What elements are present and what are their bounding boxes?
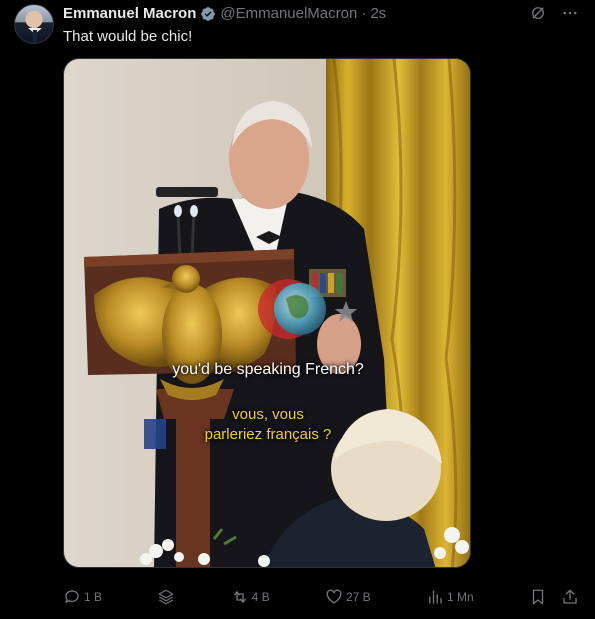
- tweet-timestamp[interactable]: 2s: [370, 5, 386, 23]
- tweet-text: That would be chic!: [63, 28, 193, 45]
- reply-button[interactable]: 1 B: [63, 588, 102, 606]
- subtitle-french: vous, vous parleriez français ?: [64, 405, 470, 445]
- avatar-tie: [33, 30, 37, 43]
- tweet-header: Emmanuel Macron @EmmanuelMacron · 2s: [63, 5, 386, 23]
- bookmark-button[interactable]: [529, 588, 547, 606]
- video-frame: [64, 59, 470, 567]
- top-actions: [529, 4, 579, 22]
- subtitle-french-line-2: parleriez français ?: [204, 426, 332, 443]
- author-name[interactable]: Emmanuel Macron: [63, 5, 196, 23]
- more-icon[interactable]: [561, 4, 579, 22]
- verified-badge-icon: [200, 6, 216, 22]
- author-handle[interactable]: @EmmanuelMacron: [220, 5, 357, 23]
- like-count: 27 B: [345, 590, 371, 604]
- tweet-actions-right: [529, 588, 579, 606]
- author-avatar[interactable]: [14, 4, 54, 44]
- bookmark-icon: [532, 589, 544, 605]
- retweet-count: 4 B: [251, 590, 270, 604]
- retweet-icon: [233, 591, 246, 603]
- layers-button[interactable]: [157, 588, 175, 606]
- reply-count: 1 B: [84, 590, 103, 604]
- views-button[interactable]: 1 Mn: [426, 588, 474, 606]
- grok-icon[interactable]: [529, 4, 547, 22]
- reply-icon: [65, 590, 79, 603]
- like-button[interactable]: 27 B: [325, 588, 371, 606]
- share-icon: [563, 589, 577, 604]
- layers-icon: [158, 589, 174, 605]
- header-separator: ·: [361, 5, 367, 22]
- subtitle-french-line-1: vous, vous: [232, 406, 304, 423]
- tweet-actions-bar: 1 B 4 B 27 B 1 Mn: [63, 585, 579, 609]
- share-button[interactable]: [561, 588, 579, 606]
- retweet-button[interactable]: 4 B: [231, 588, 270, 606]
- views-icon: [429, 590, 442, 604]
- subtitle-english: you'd be speaking French?: [172, 361, 364, 378]
- views-count: 1 Mn: [446, 590, 474, 604]
- heart-icon: [326, 589, 342, 604]
- tweet-video[interactable]: you'd be speaking French? vous, vous par…: [63, 58, 471, 568]
